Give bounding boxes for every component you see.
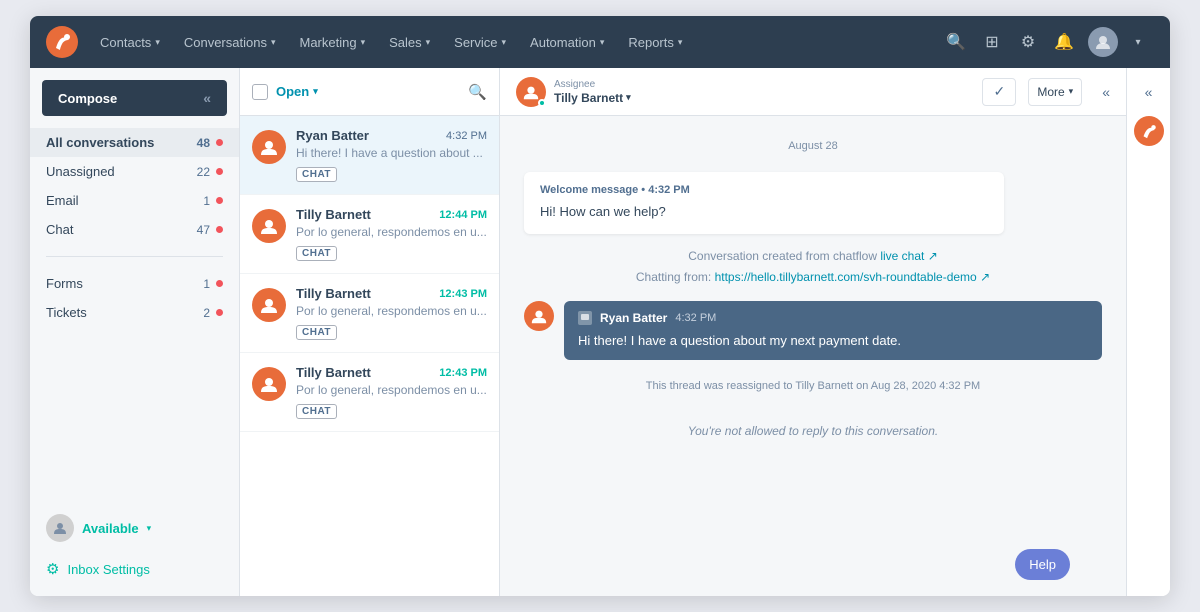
unread-dot <box>216 168 223 175</box>
assignee-avatar <box>516 77 546 107</box>
date-divider: August 28 <box>524 140 1102 152</box>
user-menu-arrow[interactable]: ▾ <box>1122 26 1154 58</box>
settings-icon[interactable]: ⚙ <box>1012 26 1044 58</box>
unread-dot <box>216 139 223 146</box>
collapse-panel-button[interactable]: « <box>1102 84 1110 100</box>
compose-button[interactable]: Compose « <box>42 80 227 116</box>
search-button[interactable]: 🔍 <box>940 26 972 58</box>
top-navigation: Contacts ▾ Conversations ▾ Marketing ▾ S… <box>30 16 1170 68</box>
incoming-message-row: Ryan Batter 4:32 PM Hi there! I have a q… <box>524 301 1102 361</box>
nav-service[interactable]: Service ▾ <box>444 29 516 56</box>
conversation-item[interactable]: Tilly Barnett 12:43 PM Por lo general, r… <box>240 353 499 432</box>
conversation-item[interactable]: Ryan Batter 4:32 PM Hi there! I have a q… <box>240 116 499 195</box>
thread-reassign-message: This thread was reassigned to Tilly Barn… <box>524 372 1102 400</box>
nav-marketing[interactable]: Marketing ▾ <box>289 29 375 56</box>
conv-avatar <box>252 288 286 322</box>
online-status-dot <box>538 99 546 107</box>
sidebar-item-tickets[interactable]: Tickets 2 <box>30 298 239 327</box>
conv-content: Tilly Barnett 12:43 PM Por lo general, r… <box>296 286 487 340</box>
chat-main: Assignee Tilly Barnett ▾ ✓ More ▾ « <box>500 68 1126 596</box>
user-avatar[interactable] <box>1088 27 1118 57</box>
sidebar-item-email[interactable]: Email 1 <box>30 186 239 215</box>
sidebar-item-chat[interactable]: Chat 47 <box>30 215 239 244</box>
conv-avatar <box>252 130 286 164</box>
secondary-sidebar-items: Forms 1 Tickets 2 <box>30 265 239 331</box>
unread-dot <box>216 280 223 287</box>
conversation-item[interactable]: Tilly Barnett 12:43 PM Por lo general, r… <box>240 274 499 353</box>
sidebar-item-unassigned[interactable]: Unassigned 22 <box>30 157 239 186</box>
sidebar-item-all-conversations[interactable]: All conversations 48 <box>30 128 239 157</box>
nav-conversations[interactable]: Conversations ▾ <box>174 29 286 56</box>
hubspot-icon-right[interactable] <box>1134 116 1164 146</box>
unread-dot <box>216 197 223 204</box>
nav-automation[interactable]: Automation ▾ <box>520 29 614 56</box>
nav-sales[interactable]: Sales ▾ <box>379 29 440 56</box>
right-panel: « <box>1126 68 1170 596</box>
assignee-block: Assignee Tilly Barnett ▾ <box>516 77 631 107</box>
user-status-icon <box>46 514 74 542</box>
conversation-list: Open ▾ 🔍 Ryan Batter 4:32 PM Hi there! I… <box>240 68 500 596</box>
reply-not-allowed-notice: You're not allowed to reply to this conv… <box>524 412 1102 450</box>
available-caret: ▾ <box>147 523 152 534</box>
availability-toggle[interactable]: Available ▾ <box>46 508 223 548</box>
gear-icon: ⚙ <box>46 560 59 578</box>
open-filter-button[interactable]: Open ▾ <box>276 84 318 99</box>
left-sidebar: Compose « All conversations 48 Unassigne… <box>30 68 240 596</box>
hubspot-logo[interactable] <box>46 26 78 58</box>
unread-dot <box>216 309 223 316</box>
chat-icon <box>578 311 592 325</box>
conv-content: Tilly Barnett 12:43 PM Por lo general, r… <box>296 365 487 419</box>
main-sidebar-items: All conversations 48 Unassigned 22 Email… <box>30 124 239 248</box>
nav-reports[interactable]: Reports ▾ <box>618 29 692 56</box>
welcome-message-bubble: Welcome message • 4:32 PM Hi! How can we… <box>524 172 1004 234</box>
system-message: Conversation created from chatflow live … <box>524 246 1102 289</box>
more-options-button[interactable]: More ▾ <box>1028 78 1082 106</box>
chat-body: August 28 Welcome message • 4:32 PM Hi! … <box>500 116 1126 596</box>
assignee-info: Assignee Tilly Barnett ▾ <box>554 79 631 105</box>
help-button[interactable]: Help <box>1015 549 1070 580</box>
sidebar-divider <box>46 256 223 257</box>
chatting-from-link[interactable]: https://hello.tillybarnett.com/svh-round… <box>715 270 991 284</box>
conversation-list-header: Open ▾ 🔍 <box>240 68 499 116</box>
conv-avatar <box>252 367 286 401</box>
live-chat-link[interactable]: live chat ↗ <box>880 249 937 263</box>
conversation-item[interactable]: Tilly Barnett 12:44 PM Por lo general, r… <box>240 195 499 274</box>
resolve-button[interactable]: ✓ <box>982 78 1016 106</box>
conv-avatar <box>252 209 286 243</box>
conv-content: Tilly Barnett 12:44 PM Por lo general, r… <box>296 207 487 261</box>
unread-dot <box>216 226 223 233</box>
sidebar-footer: Available ▾ ⚙ Inbox Settings <box>30 500 239 596</box>
chat-header: Assignee Tilly Barnett ▾ ✓ More ▾ « <box>500 68 1126 116</box>
marketplace-icon[interactable]: ⊞ <box>976 26 1008 58</box>
search-conversations-button[interactable]: 🔍 <box>468 83 487 101</box>
select-all-checkbox[interactable] <box>252 84 268 100</box>
inbox-settings-button[interactable]: ⚙ Inbox Settings <box>46 554 223 584</box>
sender-avatar <box>524 301 554 331</box>
incoming-bubble: Ryan Batter 4:32 PM Hi there! I have a q… <box>564 301 1102 361</box>
nav-contacts[interactable]: Contacts ▾ <box>90 29 170 56</box>
collapse-right-icon[interactable]: « <box>1133 76 1165 108</box>
notifications-icon[interactable]: 🔔 <box>1048 26 1080 58</box>
conv-content: Ryan Batter 4:32 PM Hi there! I have a q… <box>296 128 487 182</box>
sidebar-item-forms[interactable]: Forms 1 <box>30 269 239 298</box>
